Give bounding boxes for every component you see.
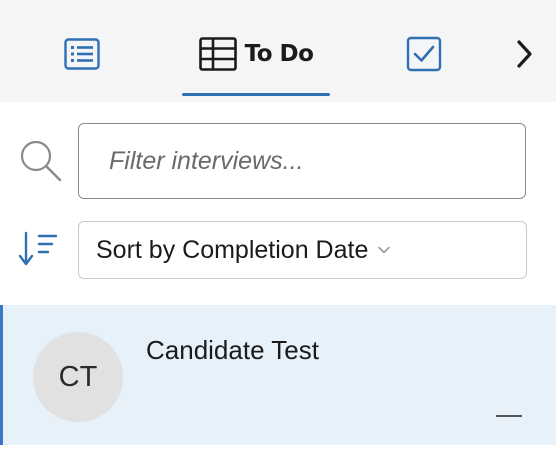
- sort-dropdown[interactable]: Sort by Completion Date: [78, 221, 527, 279]
- tab-todo-label: To Do: [244, 41, 314, 67]
- candidate-name: Candidate Test: [146, 335, 319, 365]
- sort-dropdown-label: Sort by Completion Date: [96, 235, 369, 264]
- sort-descending-icon: [18, 231, 58, 266]
- list-bottom-edge: [0, 445, 556, 454]
- tab-list[interactable]: [52, 24, 112, 84]
- checkbox-checked-icon: [406, 36, 442, 72]
- interview-list-item[interactable]: CT Candidate Test: [0, 305, 556, 445]
- chevron-down-icon: [378, 246, 391, 254]
- tab-bar: To Do: [0, 0, 556, 102]
- tabs-scroll-next-button[interactable]: [502, 24, 546, 84]
- avatar: CT: [33, 332, 123, 422]
- chevron-right-icon: [517, 40, 532, 68]
- tab-completed[interactable]: [398, 24, 450, 84]
- active-tab-indicator: [182, 93, 330, 96]
- status-dash: [496, 415, 522, 417]
- interview-list-panel: To Do Sort by Completion Date: [0, 0, 556, 454]
- table-icon: [198, 37, 237, 71]
- tab-todo[interactable]: To Do: [182, 24, 330, 84]
- filter-interviews-input[interactable]: [78, 123, 526, 199]
- list-icon: [64, 38, 100, 70]
- search-icon: [20, 140, 62, 182]
